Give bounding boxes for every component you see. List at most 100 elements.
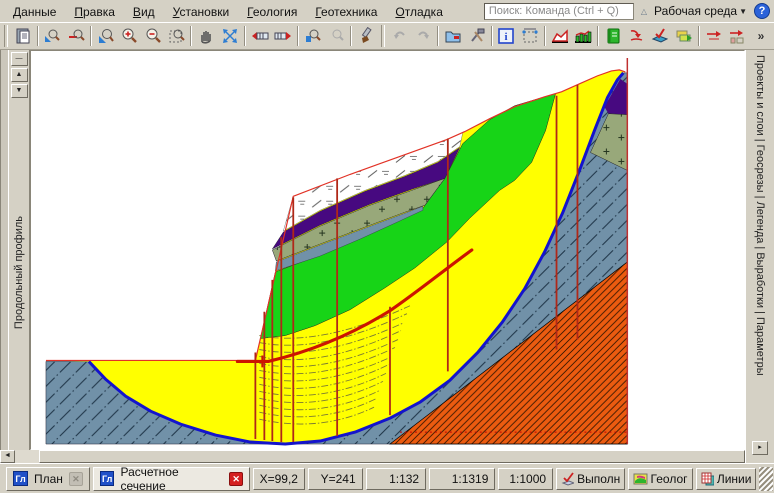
info-button[interactable]: i [495,24,519,48]
toggle-geolog-label: Геолог [651,472,688,486]
redo-button [412,24,436,48]
vertical-splitter[interactable] [0,50,9,450]
tab-plan[interactable]: Гл План ✕ [6,467,90,491]
menu-geotechnics[interactable]: Геотехника [306,2,386,21]
toolbar-separator [597,26,599,46]
zoom-out-button[interactable] [141,24,165,48]
scroll-left-button[interactable]: ◄ [0,450,15,463]
coord-y-field: Y=241 [308,468,363,490]
paste-button[interactable] [11,24,35,48]
toggle-vypoln-label: Выполн [577,472,620,486]
tab-calc-section-label: Расчетное сечение [120,465,223,493]
tools-button[interactable] [465,24,489,48]
verify-layers-button[interactable] [649,24,673,48]
zoom-object-button[interactable] [301,24,325,48]
geonics-app-window: { "menu": { "items": [ { "label": "Данны… [0,0,774,493]
cross-section-drawing[interactable] [31,51,744,449]
menu-geology[interactable]: Геология [238,2,306,21]
zoom-previous-button[interactable] [41,24,65,48]
menu-data[interactable]: Данные [4,2,65,21]
pan-button[interactable] [194,24,218,48]
measure-left-button[interactable] [248,24,272,48]
scroll-down-button[interactable]: ▼ [11,84,28,98]
folder-icon [444,27,462,45]
scale-field-1: 1:132 [366,468,426,490]
measure-left-icon [251,27,269,45]
right-panel-tabs[interactable]: Проекты и слои | Геосрезы | Легенда | Вы… [754,55,766,376]
zoom-dynamic-button[interactable] [64,24,88,48]
zoom-corner-button[interactable] [94,24,118,48]
pan-hand-icon [197,27,215,45]
toggle-geolog[interactable]: Геолог [628,468,692,490]
measure-area-button[interactable] [518,24,542,48]
verify-layers-icon [651,27,669,45]
status-bar: Гл План ✕ Гл Расчетное сечение ✕ X=99,2 … [0,463,774,493]
undo-icon [391,27,409,45]
toggle-vypoln[interactable]: Выполн [556,468,625,490]
collapse-search-icon[interactable]: △ [641,7,647,16]
toolbar-separator [544,26,546,46]
lines-icon [701,472,714,486]
geology-map-icon [633,472,647,486]
toolbar-separator [491,26,493,46]
scale-field-3: 1:1000 [498,468,553,490]
help-question-icon[interactable]: ? [754,3,770,19]
scrollbar-thumb[interactable] [39,450,745,463]
menu-debug[interactable]: Отладка [386,2,451,21]
zoom-window-button[interactable] [165,24,189,48]
profile-panel-strip: — ▲ ▼ Продольный профиль [9,50,30,450]
toolbar-grip[interactable] [381,25,385,47]
toggle-linii[interactable]: Линии [696,468,757,490]
workspace-selector[interactable]: Рабочая среда ▼ [654,4,747,18]
zoom-previous-icon [43,27,61,45]
project-folder-button[interactable] [441,24,465,48]
copy-layers-icon [675,27,693,45]
measure-area-icon [521,27,539,45]
toolbar-separator [437,26,439,46]
measure-right-button[interactable] [271,24,295,48]
menu-bar: Данные Правка Вид Установки Геология Гео… [0,0,774,22]
svg-text:i: i [505,31,508,43]
scroll-up-button[interactable]: ▲ [11,68,28,82]
toolbar-overflow-button[interactable]: » [749,24,773,48]
check-pencil-icon [561,472,574,486]
workspace-label: Рабочая среда [654,4,737,18]
drawing-canvas[interactable] [30,50,745,450]
menu-view[interactable]: Вид [124,2,164,21]
scrollbar-track[interactable] [15,450,39,463]
copy-layers-button[interactable] [672,24,696,48]
legend-book-button[interactable] [601,24,625,48]
menu-edit[interactable]: Правка [65,2,124,21]
collapse-panel-button[interactable]: — [11,52,28,66]
main-area: — ▲ ▼ Продольный профиль [0,50,774,463]
profile-panel-title: Продольный профиль [13,216,25,329]
surface-apply-icon [628,27,646,45]
measure-right-icon [274,27,292,45]
resize-grip[interactable] [759,467,773,491]
goto-next-button[interactable] [702,24,726,48]
canvas-row: — ▲ ▼ Продольный профиль [0,50,745,450]
zoom-out-icon [144,27,162,45]
menu-right-area: △ Рабочая среда ▼ ? [484,3,774,20]
tab-plan-label: План [34,472,63,486]
close-icon[interactable]: ✕ [69,472,83,486]
surface-apply-button[interactable] [625,24,649,48]
histogram-button[interactable] [572,24,596,48]
zoom-in-button[interactable] [118,24,142,48]
close-icon[interactable]: ✕ [229,472,243,486]
toolbar-separator [350,26,352,46]
expand-panel-button[interactable]: ▸ [752,441,768,455]
menu-settings[interactable]: Установки [164,2,239,21]
goto-frame-button[interactable] [726,24,750,48]
zoom-extents-button[interactable] [218,24,242,48]
horizontal-scrollbar: ◄ [0,450,745,463]
tab-calc-section[interactable]: Гл Расчетное сечение ✕ [93,467,250,491]
hammer-wrench-icon [468,27,486,45]
paste-icon [14,27,32,45]
zoom-window-icon [168,27,186,45]
profile-chart-button[interactable] [548,24,572,48]
brush-button[interactable] [354,24,378,48]
redo-icon [414,27,432,45]
toolbar-grip[interactable] [4,25,8,47]
search-input[interactable] [484,3,634,20]
